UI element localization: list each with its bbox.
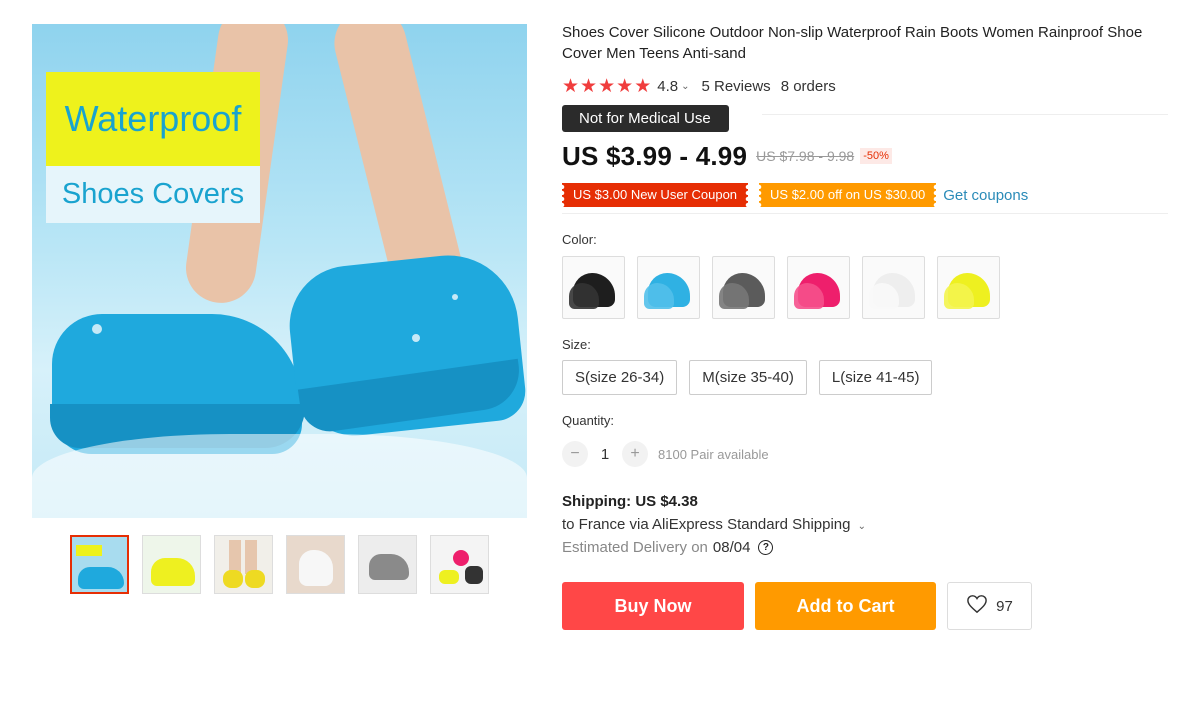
quantity-stepper: − 1 + 8100 Pair available: [562, 441, 1168, 467]
color-swatch-blue[interactable]: [637, 256, 700, 319]
wishlist-count: 97: [996, 597, 1013, 615]
chevron-down-icon[interactable]: ⌄: [681, 81, 689, 92]
size-option-s[interactable]: S(size 26-34): [562, 360, 678, 395]
water-splash: [32, 434, 527, 518]
help-icon[interactable]: ?: [758, 540, 774, 555]
estimated-delivery-label: Estimated Delivery on: [562, 539, 708, 556]
product-title: Shoes Cover Silicone Outdoor Non-slip Wa…: [562, 24, 1143, 62]
delivery-date: 08/04: [712, 539, 751, 556]
thumbnail-1[interactable]: [70, 535, 129, 594]
quantity-label: Quantity:: [562, 413, 615, 428]
thumbnail-3[interactable]: [214, 535, 273, 594]
divider: [762, 114, 1168, 115]
rating-value[interactable]: 4.8: [657, 78, 678, 95]
new-user-coupon[interactable]: US $3.00 New User Coupon: [562, 183, 749, 207]
star-icon: ★: [634, 75, 652, 97]
discount-badge: -50%: [860, 148, 892, 164]
thumbnail-4[interactable]: [286, 535, 345, 594]
size-option-m[interactable]: M(size 35-40): [689, 360, 807, 395]
price-row: US $3.99 - 4.99 US $7.98 - 9.98 -50%: [562, 139, 1168, 173]
color-swatch-white[interactable]: [862, 256, 925, 319]
current-price: US $3.99 - 4.99: [562, 140, 748, 171]
buy-now-button[interactable]: Buy Now: [562, 582, 744, 630]
quantity-plus-button[interactable]: +: [622, 441, 648, 467]
color-swatch-pink[interactable]: [787, 256, 850, 319]
star-icon: ★: [598, 75, 616, 97]
store-coupon[interactable]: US $2.00 off on US $30.00: [759, 183, 937, 207]
size-option-l[interactable]: L(size 41-45): [818, 360, 933, 395]
size-options: S(size 26-34) M(size 35-40) L(size 41-45…: [562, 360, 1168, 395]
water-drop: [92, 324, 102, 334]
divider: [562, 213, 1168, 214]
quantity-input[interactable]: 1: [588, 446, 622, 463]
wishlist-button[interactable]: 97: [947, 582, 1032, 630]
color-label: Color:: [562, 232, 597, 247]
medical-use-badge: Not for Medical Use: [562, 105, 729, 132]
size-label: Size:: [562, 337, 591, 352]
orders-count: 8 orders: [780, 77, 836, 95]
quantity-minus-button[interactable]: −: [562, 441, 588, 467]
color-swatch-gray[interactable]: [712, 256, 775, 319]
original-price: US $7.98 - 9.98: [756, 148, 855, 164]
thumbnail-strip: [70, 535, 489, 594]
rating-row: ★ ★ ★ ★ ★ 4.8 ⌄ 5 Reviews 8 orders: [562, 76, 1168, 96]
product-info: Shoes Cover Silicone Outdoor Non-slip Wa…: [562, 22, 1168, 630]
coupon-row: US $3.00 New User Coupon US $2.00 off on…: [562, 183, 1168, 207]
add-to-cart-button[interactable]: Add to Cart: [755, 582, 936, 630]
thumbnail-5[interactable]: [358, 535, 417, 594]
overlay-waterproof: Waterproof: [46, 72, 260, 166]
available-stock: 8100 Pair available: [658, 446, 769, 462]
star-icon: ★: [616, 75, 634, 97]
thumbnail-6[interactable]: [430, 535, 489, 594]
star-icon: ★: [580, 75, 598, 97]
action-buttons: Buy Now Add to Cart 97: [562, 582, 1168, 630]
water-drop: [452, 294, 458, 300]
estimated-delivery: Estimated Delivery on 08/04 ?: [562, 539, 1168, 556]
thumbnail-2[interactable]: [142, 535, 201, 594]
water-drop: [412, 334, 420, 342]
star-icon: ★: [562, 75, 580, 97]
shipping-price: Shipping: US $4.38: [562, 493, 698, 510]
color-swatch-black[interactable]: [562, 256, 625, 319]
color-swatches: [562, 256, 1168, 319]
color-swatch-yellow[interactable]: [937, 256, 1000, 319]
shipping-method-text: to France via AliExpress Standard Shippi…: [562, 516, 851, 533]
reviews-link[interactable]: 5 Reviews: [701, 78, 770, 95]
heart-icon: [966, 594, 996, 618]
overlay-shoes-covers: Shoes Covers: [46, 166, 260, 223]
main-product-image[interactable]: Waterproof Shoes Covers: [32, 24, 527, 518]
shipping-method[interactable]: to France via AliExpress Standard Shippi…: [562, 516, 1168, 533]
chevron-down-icon[interactable]: ⌄: [858, 521, 866, 532]
get-coupons-link[interactable]: Get coupons: [943, 187, 1028, 204]
